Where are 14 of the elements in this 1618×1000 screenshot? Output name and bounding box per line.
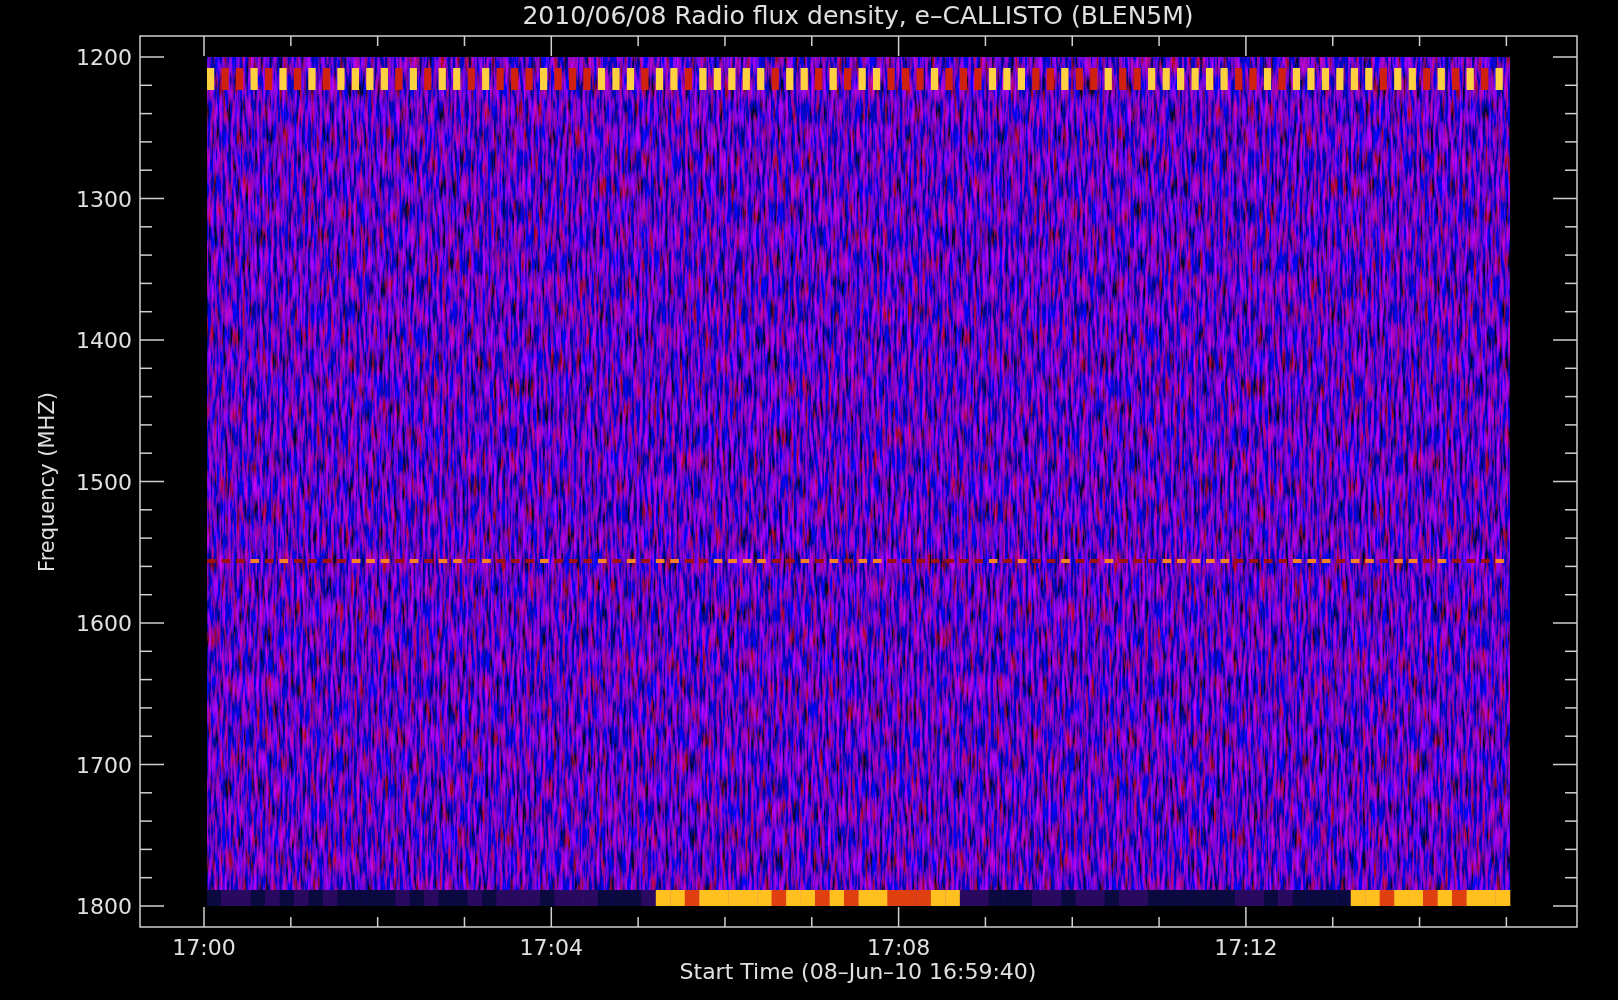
y-tick-label: 1300 bbox=[76, 186, 132, 212]
y-tick-label: 1800 bbox=[76, 894, 132, 919]
y-tick-label: 1600 bbox=[76, 611, 132, 636]
y-tick-label: 1200 bbox=[76, 45, 132, 70]
y-tick-label: 1700 bbox=[76, 752, 132, 778]
y-axis-label: Frequency (MHZ) bbox=[35, 392, 59, 572]
y-tick-label: 1400 bbox=[76, 328, 132, 353]
chart-title: 2010/06/08 Radio flux density, e–CALLISTO (BLEN5M) bbox=[522, 1, 1194, 30]
x-tick-label: 17:08 bbox=[866, 935, 931, 960]
x-tick-label: 17:12 bbox=[1214, 935, 1278, 960]
x-tick-label: 17:04 bbox=[519, 935, 583, 960]
x-tick-label: 17:00 bbox=[172, 935, 236, 960]
y-tick-label: 1500 bbox=[76, 469, 132, 495]
x-axis-label: Start Time (08–Jun–10 16:59:40) bbox=[679, 959, 1037, 984]
